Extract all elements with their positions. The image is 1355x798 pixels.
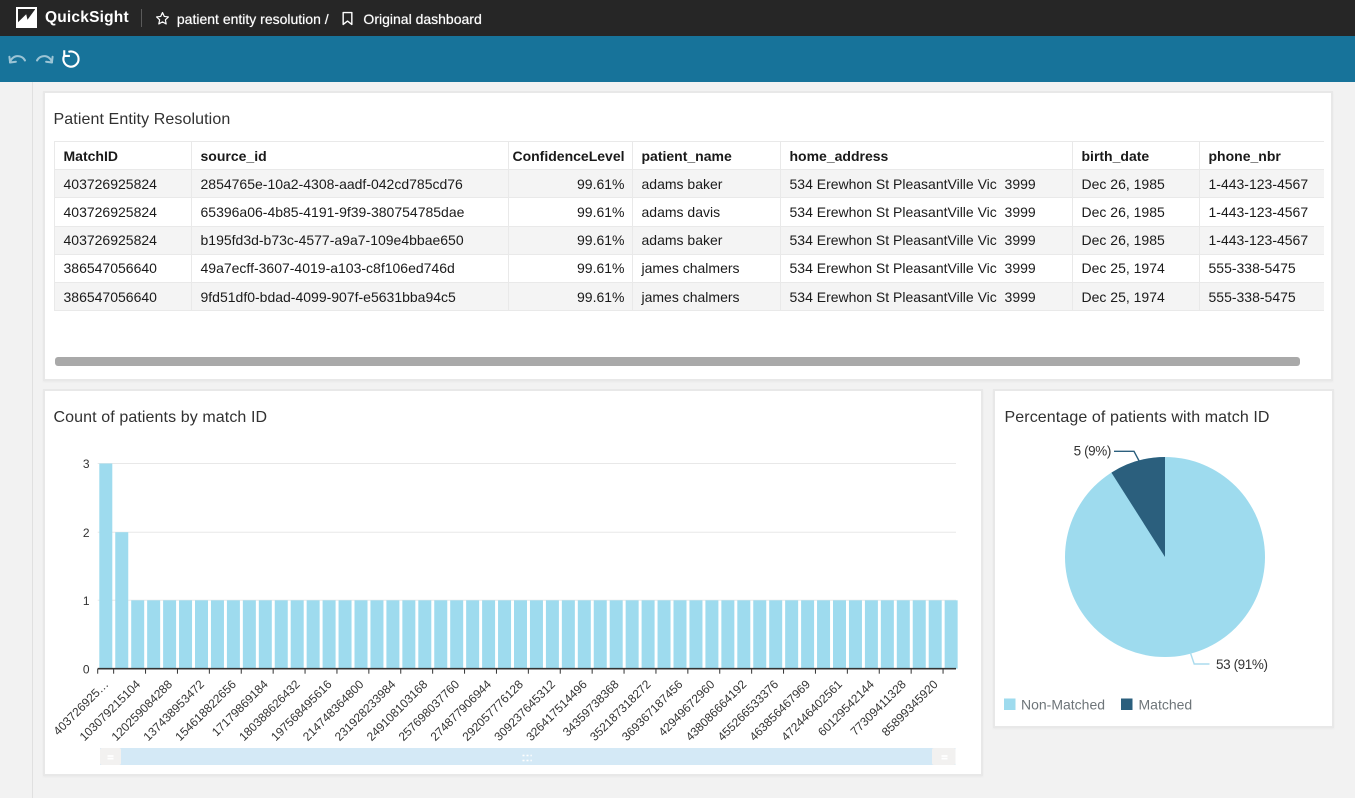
svg-text:Non-Matched: Non-Matched xyxy=(1021,697,1105,713)
svg-text:2: 2 xyxy=(83,526,90,540)
svg-text:Matched: Matched xyxy=(1139,697,1193,713)
svg-text:5 (9%): 5 (9%) xyxy=(1074,444,1111,459)
svg-text:0: 0 xyxy=(83,662,90,676)
svg-text:85899345920: 85899345920 xyxy=(879,677,941,739)
svg-text:3: 3 xyxy=(83,457,90,471)
svg-text:1: 1 xyxy=(83,594,90,608)
svg-text:53 (91%): 53 (91%) xyxy=(1216,657,1268,672)
